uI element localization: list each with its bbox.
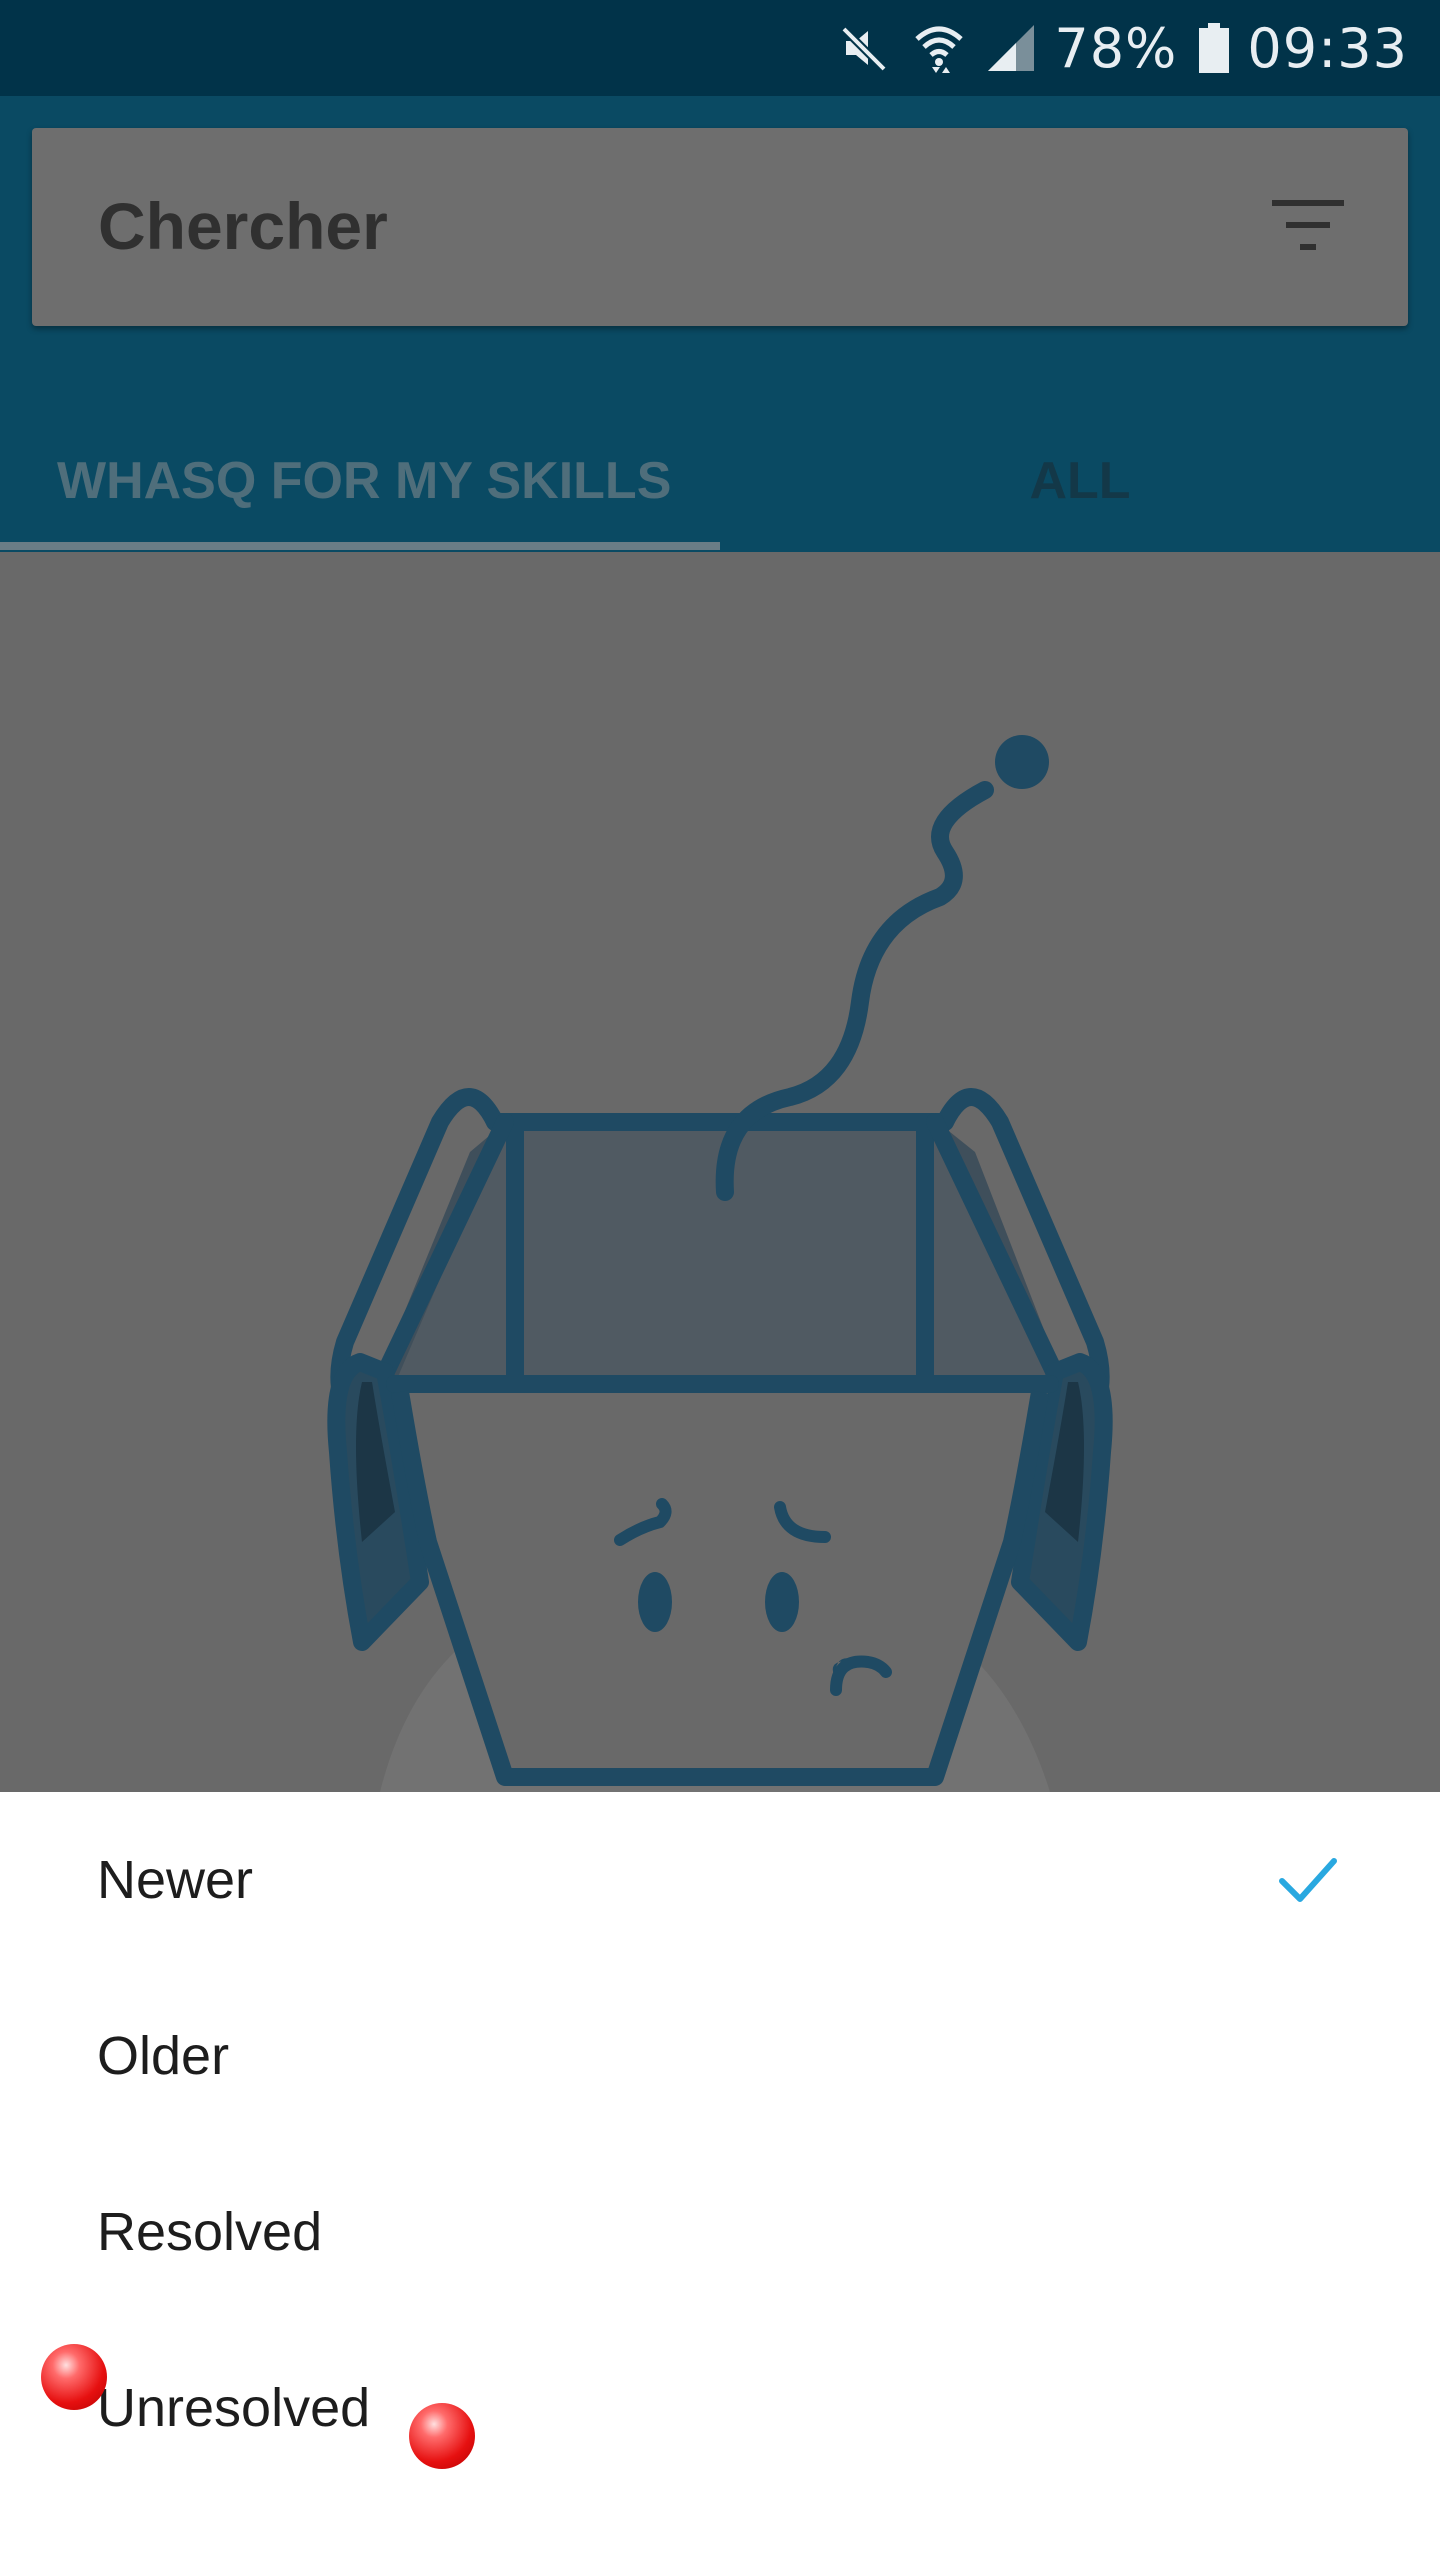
sort-option-label: Newer (97, 1850, 254, 1910)
sort-option-older[interactable]: Older (0, 1968, 1440, 2144)
status-bar: 78% 09:33 (0, 0, 1440, 96)
red-dot-marker (41, 2344, 107, 2410)
search-input[interactable]: Chercher (98, 188, 388, 264)
app-header: Chercher WHASQ FOR MY SKILLS ALL (0, 96, 1440, 552)
sort-option-label: Older (97, 2026, 230, 2086)
red-dot-marker (409, 2403, 475, 2469)
wifi-icon (914, 21, 964, 75)
sad-empty-box-icon (327, 735, 1113, 1792)
search-bar[interactable]: Chercher (32, 128, 1408, 326)
battery-icon (1199, 23, 1230, 73)
sort-option-unresolved[interactable]: Unresolved (0, 2320, 1440, 2496)
check-icon (1279, 1858, 1337, 1902)
tab-whasq-for-my-skills[interactable]: WHASQ FOR MY SKILLS (0, 416, 720, 546)
tab-bar: WHASQ FOR MY SKILLS ALL (0, 416, 1440, 552)
content-area (0, 552, 1440, 1792)
tab-indicator (0, 542, 720, 550)
sort-bottom-sheet: Newer Older Resolved Unresolved (0, 1792, 1440, 2560)
filter-icon[interactable] (1272, 196, 1348, 258)
clock: 09:33 (1247, 16, 1408, 80)
tab-label: WHASQ FOR MY SKILLS (57, 452, 672, 510)
tab-label: ALL (1029, 452, 1131, 510)
sort-option-resolved[interactable]: Resolved (0, 2144, 1440, 2320)
mute-icon (838, 21, 892, 75)
sort-option-label: Unresolved (97, 2378, 371, 2438)
tab-all[interactable]: ALL (720, 416, 1440, 546)
battery-percent: 78% (1054, 16, 1178, 80)
sort-option-label: Resolved (97, 2202, 323, 2262)
signal-icon (986, 23, 1036, 73)
sort-option-newer[interactable]: Newer (0, 1792, 1440, 1968)
